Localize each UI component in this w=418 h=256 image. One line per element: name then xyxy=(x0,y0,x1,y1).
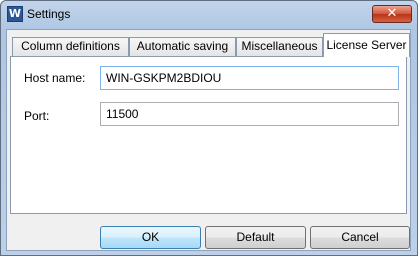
tab-automatic-saving[interactable]: Automatic saving xyxy=(129,37,236,56)
close-icon: ✕ xyxy=(386,6,398,21)
cancel-button[interactable]: Cancel xyxy=(310,226,410,249)
tab-license-server[interactable]: License Server xyxy=(323,33,410,57)
license-server-panel: Host name: WIN-GSKPM2BDIOU Port: 11500 xyxy=(10,56,407,214)
ok-button[interactable]: OK xyxy=(100,226,201,249)
app-icon: W xyxy=(7,6,23,22)
title-bar[interactable]: W Settings ✕ xyxy=(1,1,417,29)
port-label: Port: xyxy=(24,109,50,123)
settings-dialog: W Settings ✕ Column definitions Automati… xyxy=(0,0,418,256)
host-name-field[interactable]: WIN-GSKPM2BDIOU xyxy=(100,66,399,90)
default-button[interactable]: Default xyxy=(205,226,306,249)
dialog-body: Column definitions Automatic saving Misc… xyxy=(6,29,411,251)
host-name-label: Host name: xyxy=(24,71,86,85)
close-button[interactable]: ✕ xyxy=(372,5,412,23)
window-title: Settings xyxy=(27,7,71,21)
tab-miscellaneous[interactable]: Miscellaneous xyxy=(236,37,323,56)
tab-column-definitions[interactable]: Column definitions xyxy=(12,37,129,56)
port-field[interactable]: 11500 xyxy=(100,102,399,126)
